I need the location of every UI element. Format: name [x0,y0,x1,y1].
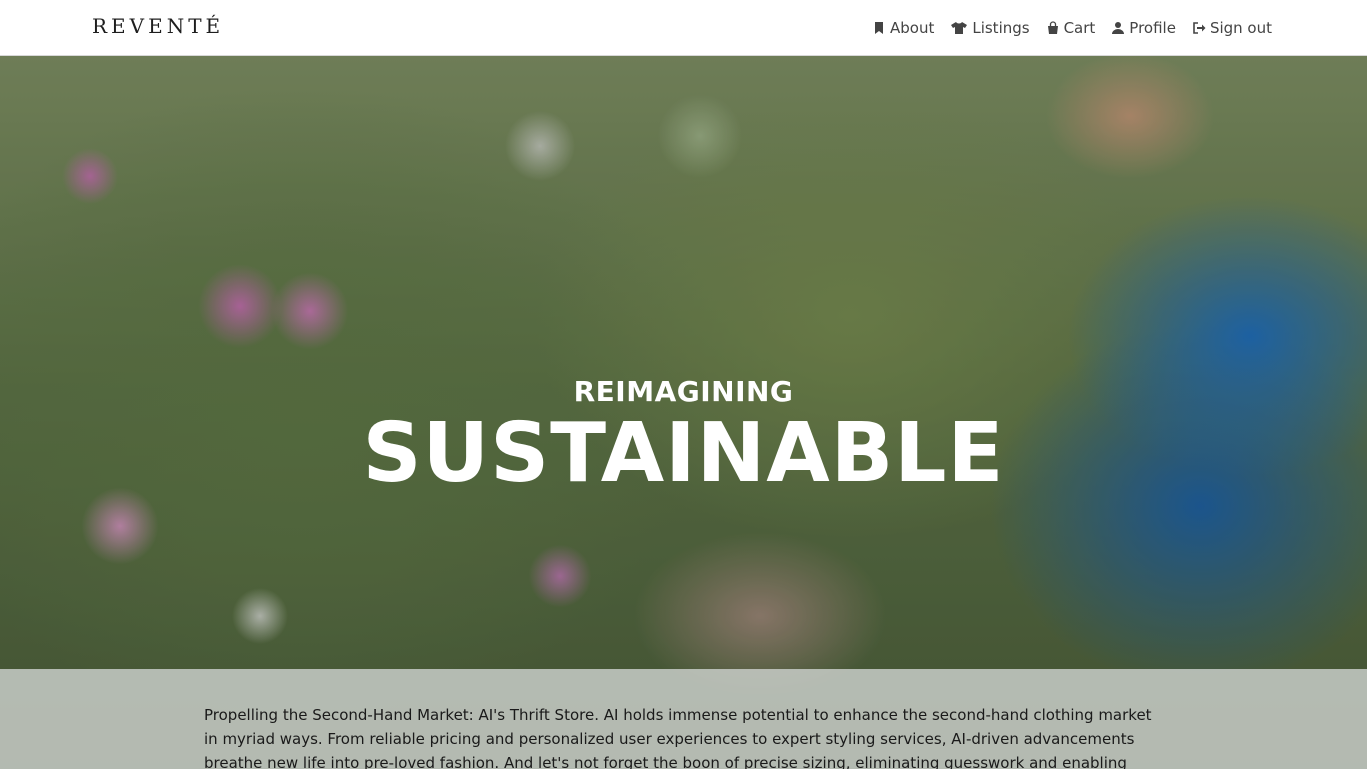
nav-profile-link[interactable]: Profile [1111,19,1176,37]
brand-logo[interactable]: REVENTÉ [92,14,224,38]
nav-sign-out-label: Sign out [1209,19,1272,37]
nav-links: About Listings Cart Profile Sign out [872,0,1272,56]
shirt-icon [951,22,968,34]
hero-banner: REIMAGINING SUSTAINABLE [0,56,1367,769]
shopping-bag-icon [1047,21,1058,34]
nav-profile-label: Profile [1129,19,1176,37]
nav-listings-label: Listings [972,19,1030,37]
nav-listings-link[interactable]: Listings [950,19,1030,37]
nav-about-link[interactable]: About [872,19,934,37]
nav-sign-out-link[interactable]: Sign out [1192,19,1272,37]
bookmark-icon [874,22,883,34]
sign-out-icon [1193,22,1206,34]
info-section: Propelling the Second-Hand Market: AI's … [0,669,1367,769]
hero-kicker: REIMAGINING [573,375,794,408]
nav-cart-label: Cart [1063,19,1096,37]
nav-about-label: About [889,19,935,37]
nav-cart-link[interactable]: Cart [1046,19,1096,37]
user-icon [1112,22,1125,34]
hero-title: SUSTAINABLE [362,406,1005,501]
info-paragraph: Propelling the Second-Hand Market: AI's … [204,706,1152,769]
top-navbar: REVENTÉ About Listings Cart Profile Sign… [0,0,1367,56]
